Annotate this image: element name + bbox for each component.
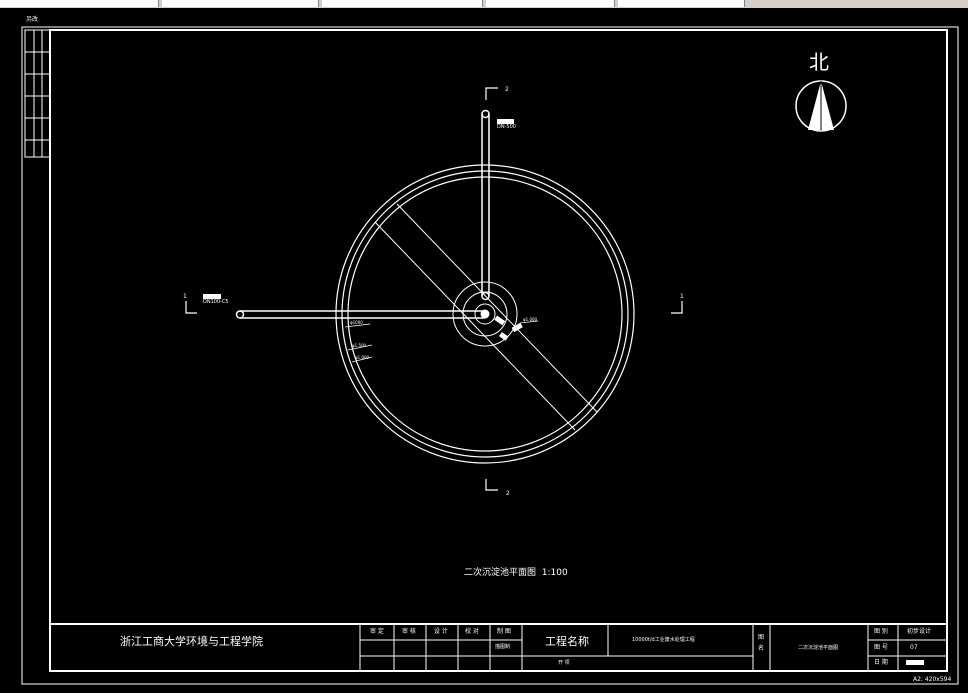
window-toolbar-strip — [0, 0, 968, 8]
date-value-box — [906, 660, 924, 665]
institution-name: 浙江工商大学环境与工程学院 — [120, 635, 263, 648]
role-check: 校 对 — [465, 628, 479, 635]
margin-label: 另改 — [26, 16, 39, 23]
stage-label: 开 项 — [558, 660, 570, 666]
drawing-name: 二次沉淀池平面图 — [798, 645, 839, 651]
binding-margin-table — [24, 29, 51, 158]
dimension-label: φ1.500 — [352, 343, 367, 348]
outlet-pipe — [481, 109, 490, 301]
cad-drawing-canvas[interactable] — [0, 8, 968, 693]
dimension-label: φ1.000 — [523, 317, 538, 322]
category-label: 图 别 — [874, 628, 888, 635]
section-mark-right: 1 — [680, 293, 684, 300]
number-value: 07 — [910, 644, 918, 651]
section-mark-bottom: 2 — [506, 490, 510, 497]
section-mark-left: 1 — [183, 293, 187, 300]
drawing-name-label: 图 名 — [758, 634, 765, 653]
category-value: 初步设计 — [907, 628, 932, 635]
toolbar-tab[interactable] — [162, 0, 319, 7]
project-label: 工程名称 — [545, 635, 589, 648]
role-trace: 描图制 — [495, 644, 511, 650]
role-approve: 审 定 — [370, 628, 384, 635]
number-label: 图 号 — [874, 644, 888, 651]
outlet-pipe-label: DN-500 — [497, 124, 516, 130]
toolbar-tab[interactable] — [486, 0, 615, 7]
north-label: 北 — [809, 50, 829, 74]
section-marks — [185, 87, 683, 491]
role-draw: 制 图 — [497, 628, 511, 635]
north-arrow — [795, 80, 847, 132]
drawing-scale: 1:100 — [541, 568, 568, 578]
dimension-label: φ1.000 — [355, 355, 370, 360]
role-design: 设 计 — [434, 628, 448, 635]
dimension-leaders — [344, 320, 539, 363]
paper-size: A2: 420x594 — [913, 676, 952, 683]
toolbar-tab[interactable] — [618, 0, 745, 7]
toolbar-tab[interactable] — [322, 0, 483, 7]
drawing-title-text: 二次沉淀池平面图 — [464, 568, 537, 578]
project-name: 10000t/d工业废水处理工程 — [632, 637, 695, 643]
drawing-title: 二次沉淀池平面图 1:100 — [464, 569, 568, 578]
section-mark-top: 2 — [505, 86, 509, 93]
toolbar-tab[interactable] — [0, 0, 159, 7]
inlet-pipe-label: DN100-C5 — [203, 299, 229, 305]
dimension-label: φ1000 — [350, 320, 363, 325]
role-review: 审 核 — [402, 628, 416, 635]
inlet-pipe — [235, 310, 485, 319]
date-label: 日 期 — [874, 659, 888, 666]
